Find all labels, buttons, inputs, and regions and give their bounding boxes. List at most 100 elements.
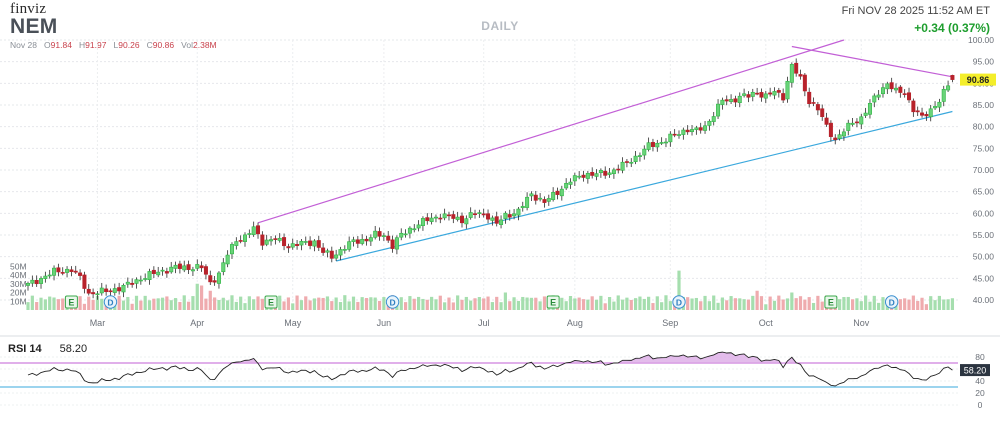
candle-body[interactable] <box>924 114 929 117</box>
candle-body[interactable] <box>91 292 96 295</box>
candle-body[interactable] <box>125 281 130 285</box>
candle-body[interactable] <box>850 122 855 125</box>
candle-body[interactable] <box>893 87 898 91</box>
candle-body[interactable] <box>928 108 933 118</box>
candle-body[interactable] <box>668 133 673 143</box>
candle-body[interactable] <box>564 183 569 189</box>
candle-body[interactable] <box>30 279 35 284</box>
candle-body[interactable] <box>377 231 382 237</box>
candle-body[interactable] <box>933 106 938 109</box>
candle-body[interactable] <box>216 272 221 284</box>
candle-body[interactable] <box>60 272 65 274</box>
candle-body[interactable] <box>394 237 399 250</box>
candle-body[interactable] <box>876 94 881 98</box>
candle-body[interactable] <box>889 82 894 90</box>
candle-body[interactable] <box>854 121 859 124</box>
candle-body[interactable] <box>295 244 300 246</box>
candle-body[interactable] <box>177 263 182 269</box>
candle-body[interactable] <box>477 212 482 214</box>
candle-body[interactable] <box>620 161 625 171</box>
candle-body[interactable] <box>438 217 443 220</box>
candlesticks[interactable] <box>25 58 955 300</box>
candle-body[interactable] <box>264 239 269 245</box>
candle-body[interactable] <box>34 279 39 285</box>
candle-body[interactable] <box>529 193 534 197</box>
candle-body[interactable] <box>156 271 161 276</box>
candle-body[interactable] <box>173 264 178 269</box>
candle-body[interactable] <box>590 171 595 176</box>
candle-body[interactable] <box>169 266 174 273</box>
candle-body[interactable] <box>781 93 786 101</box>
candle-body[interactable] <box>672 133 677 136</box>
candle-body[interactable] <box>499 219 504 225</box>
candle-body[interactable] <box>334 254 339 259</box>
candle-body[interactable] <box>729 99 734 102</box>
candle-body[interactable] <box>446 214 451 217</box>
candle-body[interactable] <box>95 293 100 296</box>
candle-body[interactable] <box>347 241 352 250</box>
candle-body[interactable] <box>937 101 942 108</box>
candle-body[interactable] <box>225 254 230 265</box>
candle-body[interactable] <box>867 102 872 115</box>
candle-body[interactable] <box>512 213 517 217</box>
candle-body[interactable] <box>238 240 243 242</box>
candle-body[interactable] <box>698 127 703 131</box>
candle-body[interactable] <box>182 265 187 271</box>
candle-body[interactable] <box>733 98 738 103</box>
candle-body[interactable] <box>364 238 369 242</box>
candle-body[interactable] <box>416 224 421 229</box>
candle-body[interactable] <box>555 190 560 195</box>
candle-body[interactable] <box>750 91 755 97</box>
candle-body[interactable] <box>711 116 716 122</box>
candle-body[interactable] <box>833 137 838 141</box>
candle-body[interactable] <box>720 99 725 105</box>
candle-body[interactable] <box>690 129 695 133</box>
candle-body[interactable] <box>186 264 191 270</box>
candle-body[interactable] <box>468 212 473 218</box>
candle-body[interactable] <box>768 92 773 95</box>
candle-body[interactable] <box>316 240 321 248</box>
candle-body[interactable] <box>520 205 525 209</box>
candle-body[interactable] <box>151 269 156 274</box>
candle-body[interactable] <box>533 194 538 201</box>
candle-body[interactable] <box>676 134 681 136</box>
candle-body[interactable] <box>143 278 148 280</box>
candle-body[interactable] <box>659 142 664 144</box>
candle-body[interactable] <box>828 122 833 137</box>
candle-body[interactable] <box>39 278 44 284</box>
candle-body[interactable] <box>99 287 104 294</box>
candle-body[interactable] <box>538 197 543 200</box>
candle-body[interactable] <box>607 172 612 175</box>
candle-body[interactable] <box>251 226 256 235</box>
candle-body[interactable] <box>603 170 608 176</box>
candle-body[interactable] <box>646 142 651 150</box>
candle-body[interactable] <box>308 240 313 246</box>
candle-body[interactable] <box>425 217 430 222</box>
candle-body[interactable] <box>342 249 347 251</box>
candle-body[interactable] <box>260 234 265 246</box>
candle-body[interactable] <box>807 91 812 104</box>
candle-body[interactable] <box>464 218 469 225</box>
candle-body[interactable] <box>455 216 460 220</box>
price-chart-svg[interactable]: EDEDEDED 100.0095.0090.0085.0080.0075.00… <box>0 0 1000 427</box>
candle-body[interactable] <box>390 239 395 249</box>
candle-body[interactable] <box>277 237 282 241</box>
candle-body[interactable] <box>373 230 378 238</box>
candle-body[interactable] <box>360 239 365 244</box>
candle-body[interactable] <box>303 241 308 243</box>
candle-body[interactable] <box>355 239 360 244</box>
candle-body[interactable] <box>134 279 139 284</box>
candle-body[interactable] <box>108 290 113 293</box>
candle-body[interactable] <box>911 100 916 113</box>
candle-body[interactable] <box>859 116 864 125</box>
candle-body[interactable] <box>269 239 274 242</box>
candle-body[interactable] <box>112 288 117 293</box>
candle-body[interactable] <box>164 271 169 274</box>
candle-body[interactable] <box>898 86 903 93</box>
candle-body[interactable] <box>950 75 955 80</box>
candle-body[interactable] <box>138 279 143 282</box>
candle-body[interactable] <box>481 213 486 216</box>
candle-body[interactable] <box>694 127 699 130</box>
candle-body[interactable] <box>594 173 599 177</box>
candle-body[interactable] <box>907 92 912 101</box>
